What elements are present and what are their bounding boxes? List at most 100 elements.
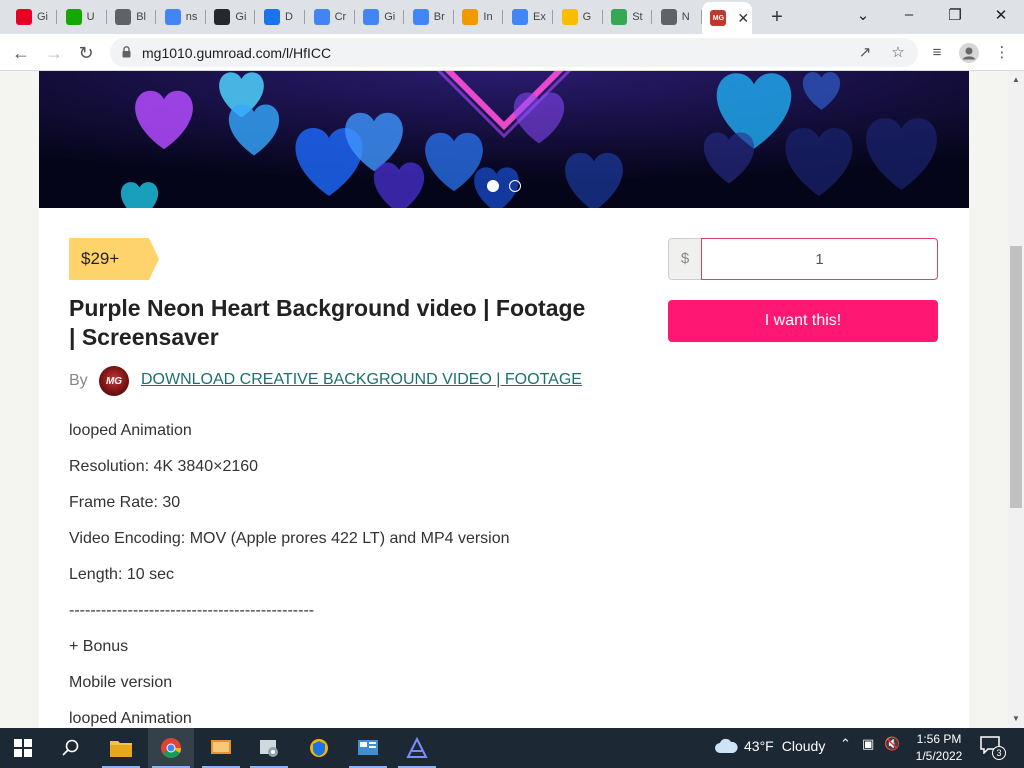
maps-icon <box>611 9 628 25</box>
reading-list-icon[interactable]: ≡ <box>926 42 948 64</box>
lock-icon <box>122 46 131 58</box>
creator-avatar[interactable]: MG <box>99 366 129 396</box>
shield-app-icon <box>310 739 328 757</box>
description-line: Video Encoding: MOV (Apple prores 422 LT… <box>69 530 510 547</box>
browser-tab[interactable]: Bl <box>107 4 157 30</box>
scroll-up-arrow-icon[interactable]: ▲ <box>1008 73 1024 87</box>
address-bar[interactable]: mg1010.gumroad.com/l/HfICC ↗ ☆ <box>110 38 918 67</box>
notification-center-button[interactable]: 3 <box>980 736 1006 760</box>
tab-title: Ex <box>533 11 546 23</box>
creator-link[interactable]: DOWNLOAD CREATIVE BACKGROUND VIDEO | FOO… <box>141 371 582 389</box>
google-icon <box>412 9 429 25</box>
neon-hearts-image <box>39 71 969 208</box>
close-tab-icon[interactable]: ✕ <box>737 10 749 27</box>
browser-tab[interactable]: Br <box>405 4 454 30</box>
clock-time: 1:56 PM <box>916 732 962 746</box>
tab-title: D <box>285 11 293 23</box>
browser-tab[interactable]: MG ✕ <box>702 2 753 34</box>
browser-tab[interactable]: N <box>653 4 702 30</box>
tab-title: In <box>483 11 493 23</box>
weather-temp: 43°F <box>744 738 774 754</box>
currency-prefix: $ <box>668 238 702 280</box>
close-window-button[interactable]: ✕ <box>986 6 1016 24</box>
taskbar-app-slides[interactable] <box>198 728 244 768</box>
browser-tab[interactable]: Gi <box>206 4 256 30</box>
page-scrollbar[interactable]: ▲ ▼ <box>1008 71 1024 728</box>
tab-title: Br <box>433 11 445 23</box>
taskbar-app-control-panel[interactable] <box>345 728 391 768</box>
taskbar-app-editor[interactable] <box>394 728 440 768</box>
google-icon <box>164 9 181 25</box>
taskbar-file-explorer[interactable] <box>98 728 144 768</box>
windows-taskbar: 43°F Cloudy ⌃ ▣ 🔇 1:56 PM 1/5/2022 3 <box>0 728 1024 768</box>
browser-tab[interactable]: Ex <box>504 4 553 30</box>
github-icon <box>214 9 231 25</box>
back-button[interactable]: ← <box>10 42 32 64</box>
browser-tab[interactable]: ns <box>157 4 206 30</box>
gear-app-icon <box>260 740 278 757</box>
google-ads-icon <box>561 9 578 25</box>
tab-title: Gi <box>384 11 396 23</box>
browser-tab[interactable]: Gi <box>355 4 405 30</box>
system-clock[interactable]: 1:56 PM 1/5/2022 <box>908 731 970 765</box>
windows-logo-icon <box>14 739 32 757</box>
upwork-icon <box>65 9 82 25</box>
forward-button[interactable]: → <box>43 42 65 64</box>
tab-title: G <box>582 11 592 23</box>
taskbar-app-utility[interactable] <box>246 728 292 768</box>
browser-toolbar: ← → ↻ mg1010.gumroad.com/l/HfICC ↗ ☆ ≡ ⋮ <box>0 34 1024 71</box>
start-button[interactable] <box>0 728 46 768</box>
maximize-button[interactable]: ❐ <box>940 6 970 24</box>
product-description: looped Animation Resolution: 4K 3840×216… <box>69 422 629 728</box>
folder-icon <box>110 741 132 757</box>
search-button[interactable] <box>48 728 94 768</box>
bookmark-star-icon[interactable]: ☆ <box>889 44 907 62</box>
shirt-icon <box>462 9 479 25</box>
description-line: Mobile version <box>69 674 173 691</box>
taskbar-chrome[interactable] <box>148 728 194 768</box>
price-input-group: $ <box>668 238 938 280</box>
chrome-menu-icon[interactable]: ⋮ <box>991 42 1013 64</box>
reload-button[interactable]: ↻ <box>75 42 97 64</box>
product-title: Purple Neon Heart Background video | Foo… <box>69 295 586 350</box>
i-want-this-button[interactable]: I want this! <box>668 300 938 342</box>
weather-widget[interactable]: 43°F Cloudy <box>714 738 825 754</box>
browser-tab[interactable]: In <box>454 4 504 30</box>
browser-tab[interactable]: Gi <box>8 4 57 30</box>
control-panel-icon <box>358 740 378 755</box>
tab-search-chevron-icon[interactable]: ⌄ <box>848 6 878 24</box>
browser-tab-strip: Gi U Bl ns Gi D Cr Gi Br In Ex G St N MG ✕ + ⌄ – ❐ ✕ <box>0 0 1024 34</box>
globe-icon <box>115 9 132 25</box>
scrollbar-thumb[interactable] <box>1010 246 1022 508</box>
description-line: Length: 10 sec <box>69 566 174 583</box>
taskbar-app-vpn[interactable] <box>296 728 342 768</box>
product-card: $29+ Purple Neon Heart Background video … <box>39 71 969 728</box>
presentation-icon <box>211 740 231 754</box>
scroll-down-arrow-icon[interactable]: ▼ <box>1008 712 1024 726</box>
volume-muted-icon[interactable]: 🔇 <box>884 736 900 752</box>
carousel-dot-1[interactable] <box>487 180 499 192</box>
editor-app-icon <box>406 737 428 758</box>
tab-title: ns <box>185 11 198 23</box>
mg-logo-icon: MG <box>710 10 727 26</box>
chrome-icon <box>161 738 182 758</box>
network-icon[interactable]: ▣ <box>862 736 874 752</box>
carousel-dot-2[interactable] <box>509 180 521 192</box>
browser-tab[interactable]: U <box>58 4 107 30</box>
url-text[interactable]: mg1010.gumroad.com/l/HfICC <box>142 45 331 61</box>
price-input[interactable] <box>701 238 938 280</box>
product-cover-image[interactable] <box>39 71 969 208</box>
browser-tab[interactable]: Cr <box>306 4 355 30</box>
new-tab-button[interactable]: + <box>766 6 788 29</box>
pinterest-icon <box>16 9 32 25</box>
profile-avatar-icon[interactable] <box>958 42 980 64</box>
description-line: Frame Rate: 30 <box>69 494 181 511</box>
browser-tab[interactable]: G <box>554 4 603 30</box>
tray-chevron-icon[interactable]: ⌃ <box>840 736 851 752</box>
browser-tab[interactable]: D <box>256 4 305 30</box>
share-icon[interactable]: ↗ <box>856 44 874 62</box>
tab-title: St <box>632 11 643 23</box>
tab-title: N <box>681 11 690 23</box>
minimize-button[interactable]: – <box>894 6 924 23</box>
browser-tab[interactable]: St <box>603 4 653 30</box>
